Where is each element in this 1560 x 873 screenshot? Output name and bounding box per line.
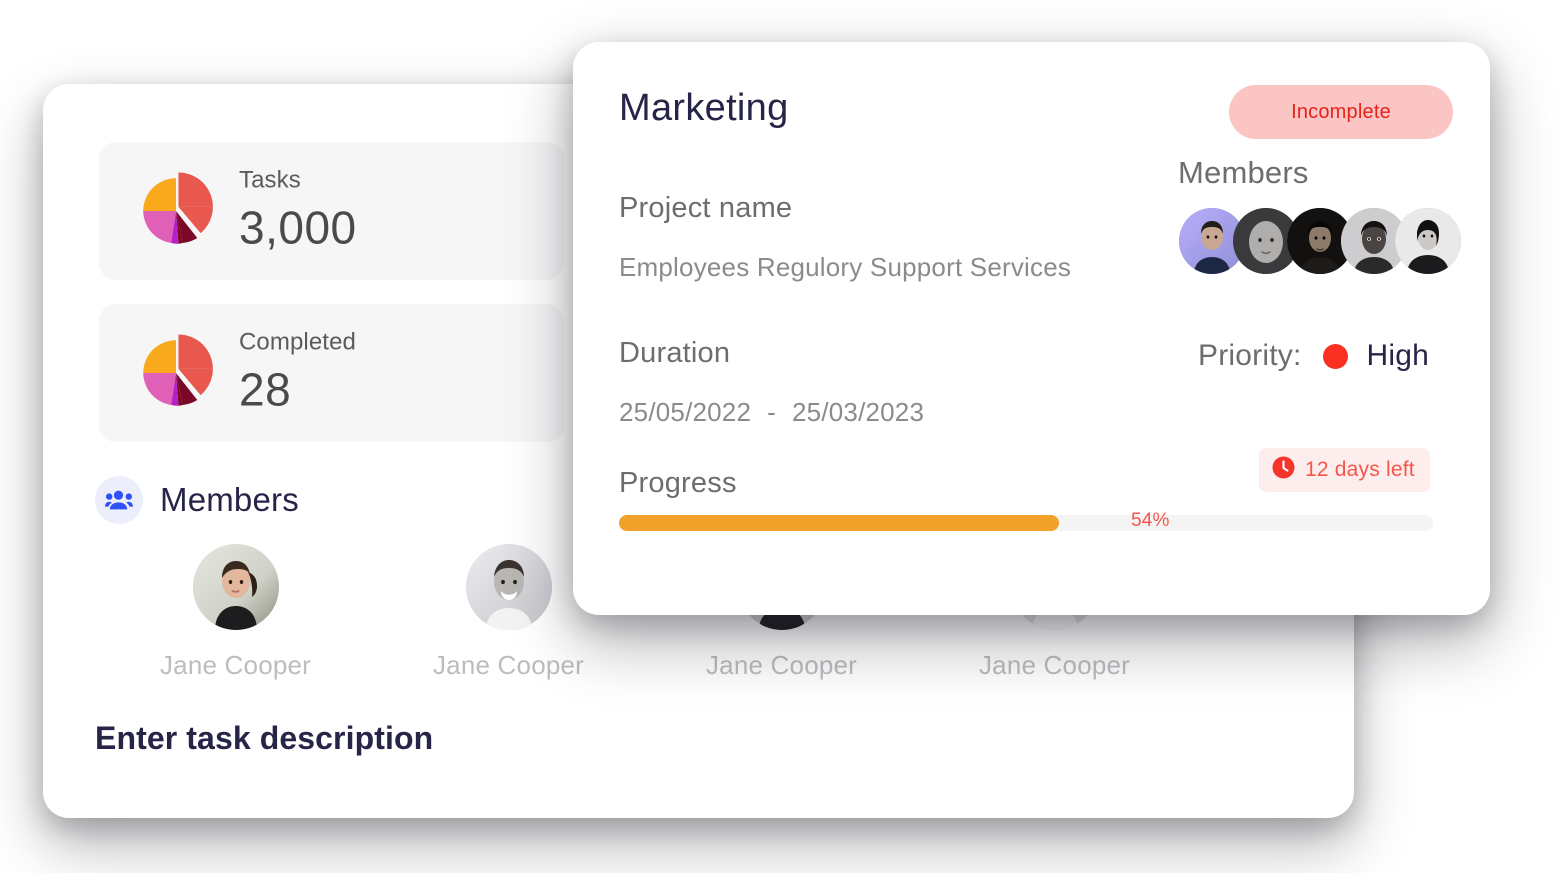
- avatar[interactable]: [1395, 208, 1461, 274]
- duration-separator: -: [767, 397, 776, 427]
- duration-value: 25/05/2022-25/03/2023: [619, 397, 924, 428]
- project-name-block: Project name Employees Regulory Support …: [619, 192, 1071, 283]
- project-name-value: Employees Regulory Support Services: [619, 252, 1072, 282]
- screenshot-stage: Tasks 3,000 Completed 28 Members Jane Co…: [0, 0, 1560, 873]
- project-detail-card: Marketing Incomplete Project name Employ…: [573, 42, 1490, 615]
- member-name: Jane Cooper: [159, 650, 312, 680]
- page-title: Marketing: [619, 87, 789, 129]
- duration-block: Duration 25/05/2022-25/03/2023: [619, 337, 924, 428]
- progress-heading: Progress: [619, 467, 737, 499]
- duration-end-date: 25/03/2023: [792, 397, 925, 427]
- progress-bar[interactable]: 54%: [619, 510, 1433, 531]
- stat-value: 28: [239, 363, 292, 416]
- progress-block: Progress: [619, 467, 737, 500]
- days-left-badge: 12 days left: [1259, 448, 1430, 492]
- stat-tile-completed[interactable]: Completed 28: [99, 304, 564, 442]
- duration-start-date: 25/05/2022: [619, 397, 752, 427]
- stat-text-group: Tasks 3,000: [239, 167, 357, 256]
- member-name: Jane Cooper: [705, 650, 858, 680]
- pie-chart-icon: [135, 332, 217, 414]
- priority-label: Priority:: [1198, 339, 1302, 372]
- duration-heading: Duration: [619, 337, 731, 369]
- member-avatar-stack[interactable]: [1179, 208, 1461, 274]
- member-name: Jane Cooper: [432, 650, 585, 680]
- avatar: [465, 544, 552, 630]
- priority-dot-icon: [1323, 343, 1349, 369]
- pie-chart-icon: [135, 170, 217, 252]
- members-section-title: Members: [160, 481, 299, 518]
- progress-percent-label: 54%: [1131, 510, 1170, 531]
- stat-text-group: Completed 28: [239, 329, 356, 418]
- member-name: Jane Cooper: [978, 650, 1131, 680]
- avatar: [192, 544, 279, 630]
- list-item[interactable]: Jane Cooper: [99, 544, 372, 681]
- members-title: Members: [1178, 155, 1309, 190]
- days-left-label: 12 days left: [1305, 458, 1415, 481]
- project-name-heading: Project name: [619, 192, 793, 224]
- status-badge[interactable]: Incomplete: [1229, 85, 1453, 139]
- stat-label: Completed: [239, 328, 356, 356]
- members-section-header: Members: [95, 476, 299, 524]
- stat-label: Tasks: [239, 166, 301, 194]
- priority-row: Priority: High: [1198, 339, 1429, 373]
- progress-fill: [619, 515, 1059, 531]
- priority-value: High: [1366, 339, 1429, 372]
- clock-icon: [1271, 455, 1296, 485]
- people-group-icon: [95, 476, 143, 524]
- stat-value: 3,000: [239, 201, 357, 254]
- stat-tile-tasks[interactable]: Tasks 3,000: [99, 142, 564, 280]
- task-description-label[interactable]: Enter task description: [95, 720, 433, 757]
